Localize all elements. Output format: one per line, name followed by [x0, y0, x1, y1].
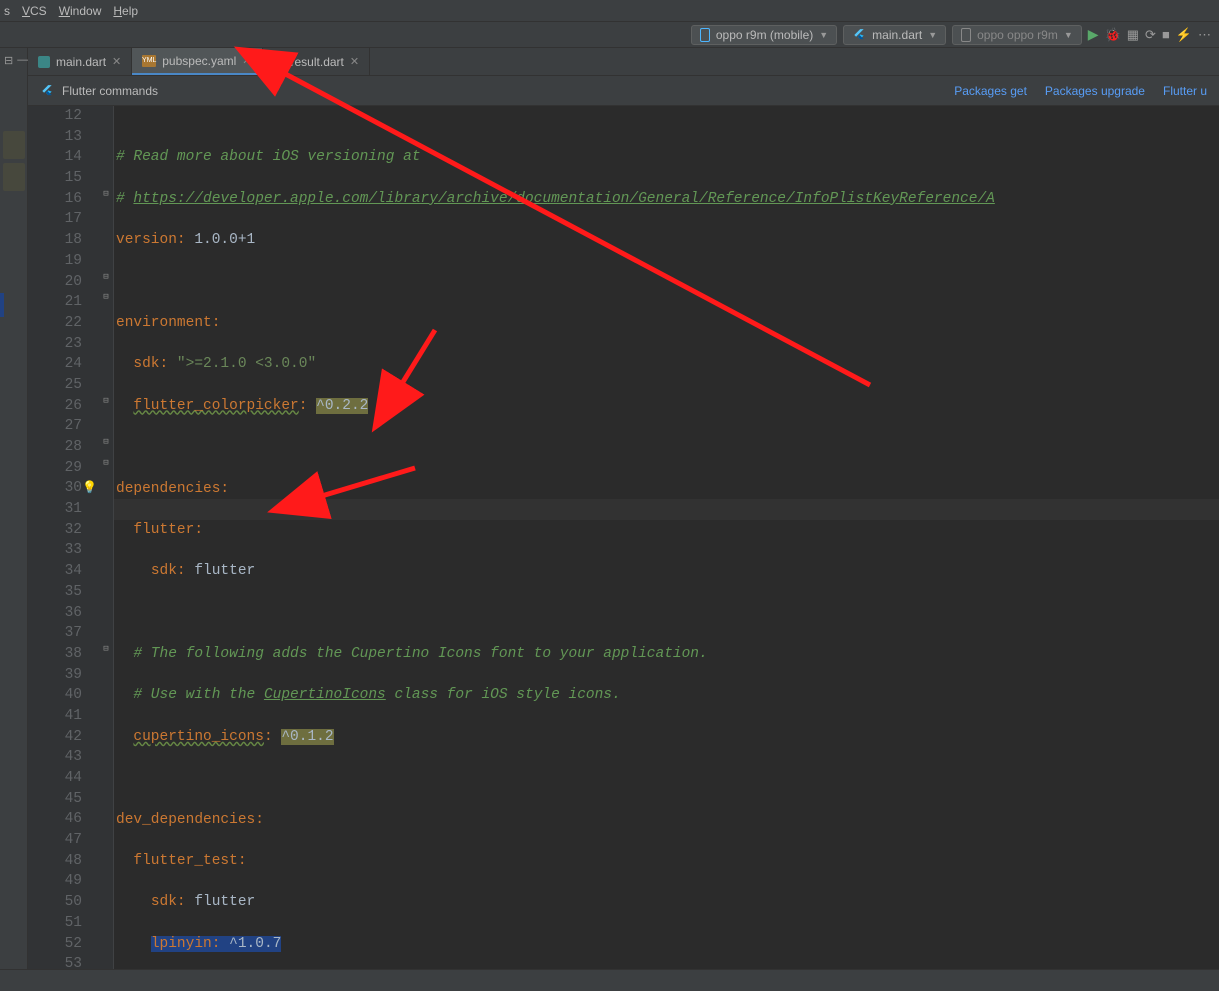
stop-icon[interactable]: ■ [1162, 27, 1170, 42]
flutter-icon [852, 28, 866, 42]
phone-icon [961, 28, 971, 42]
code-text: class for iOS style icons. [386, 687, 621, 703]
code-text: # The following adds the Cupertino Icons… [133, 646, 707, 662]
chevron-down-icon: ▼ [1064, 30, 1073, 40]
code-text: flutter_test [133, 853, 237, 869]
fold-marker[interactable]: ⊟ [101, 189, 111, 199]
device-label: oppo r9m (mobile) [716, 28, 813, 42]
device-selector-2[interactable]: oppo oppo r9m ▼ [952, 25, 1082, 45]
code-text: ">=2.1.0 <3.0.0" [177, 356, 316, 372]
code-text: # Read more about iOS versioning at [116, 149, 421, 165]
tab-main-dart[interactable]: main.dart ✕ [28, 48, 132, 75]
code-text: flutter [194, 894, 255, 910]
yaml-icon: YML [142, 55, 156, 67]
current-line-highlight [114, 499, 1219, 520]
code-text: # [116, 191, 133, 207]
code-text: ^0.2.2 [316, 398, 368, 414]
code-text: # Use with the [133, 687, 264, 703]
editor-tabs: main.dart ✕ YML pubspec.yaml ✕ result.da… [28, 48, 1219, 76]
code-area[interactable]: # Read more about iOS versioning at # ht… [114, 106, 1219, 991]
fold-marker[interactable]: ⊟ [101, 644, 111, 654]
menu-item-window[interactable]: Window [59, 4, 102, 18]
chevron-down-icon: ▼ [928, 30, 937, 40]
expand-icon[interactable]: ⊟ [4, 54, 13, 67]
code-text: 1.0.0+1 [194, 232, 255, 248]
flutter-icon [40, 84, 54, 98]
gutter-highlight [0, 293, 4, 317]
code-text: https://developer.apple.com/library/arch… [133, 191, 994, 207]
code-text: dev_dependencies [116, 812, 255, 828]
gutter-block [3, 163, 25, 191]
menu-bar[interactable]: s VCS Window Help [0, 0, 1219, 22]
tool-window-bar: ⊟— [0, 48, 28, 991]
run-config-selector[interactable]: main.dart ▼ [843, 25, 946, 45]
tab-label: pubspec.yaml [162, 54, 236, 68]
tab-label: main.dart [56, 55, 106, 69]
fold-marker[interactable]: ⊟ [101, 437, 111, 447]
code-text: sdk [133, 356, 159, 372]
code-text: version [116, 232, 177, 248]
fold-marker[interactable]: ⊟ [101, 396, 111, 406]
device-selector[interactable]: oppo r9m (mobile) ▼ [691, 25, 837, 45]
fold-gutter: ⊟ ⊟ ⊟ ⊟ ⊟ ⊟ 💡 ⊟ [100, 106, 114, 991]
main-toolbar: oppo r9m (mobile) ▼ main.dart ▼ oppo opp… [0, 22, 1219, 48]
code-text: ^1.0.7 [229, 936, 281, 952]
commands-title: Flutter commands [62, 84, 158, 98]
run-config-label: main.dart [872, 28, 922, 42]
tab-pubspec-yaml[interactable]: YML pubspec.yaml ✕ [132, 48, 262, 75]
dart-icon [38, 56, 50, 68]
debug-icon[interactable]: 🐞 [1105, 27, 1121, 43]
code-text: lpinyin [151, 936, 212, 952]
status-bar [0, 969, 1219, 991]
flutter-commands-bar: Flutter commands Packages get Packages u… [28, 76, 1219, 106]
profile-icon[interactable]: ▦ [1127, 27, 1139, 43]
line-numbers-gutter: 1213141516171819202122232425262728293031… [28, 106, 100, 991]
code-text: flutter [194, 563, 255, 579]
code-text: cupertino_icons [133, 729, 264, 745]
menu-item-vcs[interactable]: VCS [22, 4, 47, 18]
close-icon[interactable]: ✕ [112, 55, 121, 68]
dart-icon [273, 56, 285, 68]
menu-item[interactable]: s [4, 4, 10, 18]
packages-upgrade-link[interactable]: Packages upgrade [1045, 84, 1145, 98]
run-icon[interactable]: ▶ [1088, 26, 1099, 43]
fold-marker[interactable]: ⊟ [101, 292, 111, 302]
menu-item-help[interactable]: Help [113, 4, 138, 18]
code-text: flutter [133, 522, 194, 538]
phone-icon [700, 28, 710, 42]
close-icon[interactable]: ✕ [350, 55, 359, 68]
tab-result-dart[interactable]: result.dart ✕ [263, 48, 371, 75]
code-text: sdk [151, 563, 177, 579]
flutter-upgrade-link[interactable]: Flutter u [1163, 84, 1207, 98]
attach-icon[interactable]: ⟳ [1145, 27, 1156, 43]
fold-marker[interactable]: ⊟ [101, 272, 111, 282]
code-editor[interactable]: 1213141516171819202122232425262728293031… [28, 106, 1219, 991]
packages-get-link[interactable]: Packages get [954, 84, 1027, 98]
device-label: oppo oppo r9m [977, 28, 1058, 42]
code-text: dependencies [116, 481, 220, 497]
more-icon[interactable]: ⋯ [1198, 27, 1211, 43]
close-icon[interactable]: ✕ [242, 54, 251, 67]
code-text: environment [116, 315, 212, 331]
code-text: flutter_colorpicker [133, 398, 298, 414]
tab-label: result.dart [291, 55, 344, 69]
code-text: sdk [151, 894, 177, 910]
code-text: ^0.1.2 [281, 729, 333, 745]
hot-reload-icon[interactable]: ⚡ [1176, 27, 1192, 43]
chevron-down-icon: ▼ [819, 30, 828, 40]
fold-marker[interactable]: ⊟ [101, 458, 111, 468]
gutter-block [3, 131, 25, 159]
code-text: CupertinoIcons [264, 687, 386, 703]
collapse-icon[interactable]: — [17, 54, 28, 67]
bulb-icon[interactable]: 💡 [82, 478, 96, 499]
